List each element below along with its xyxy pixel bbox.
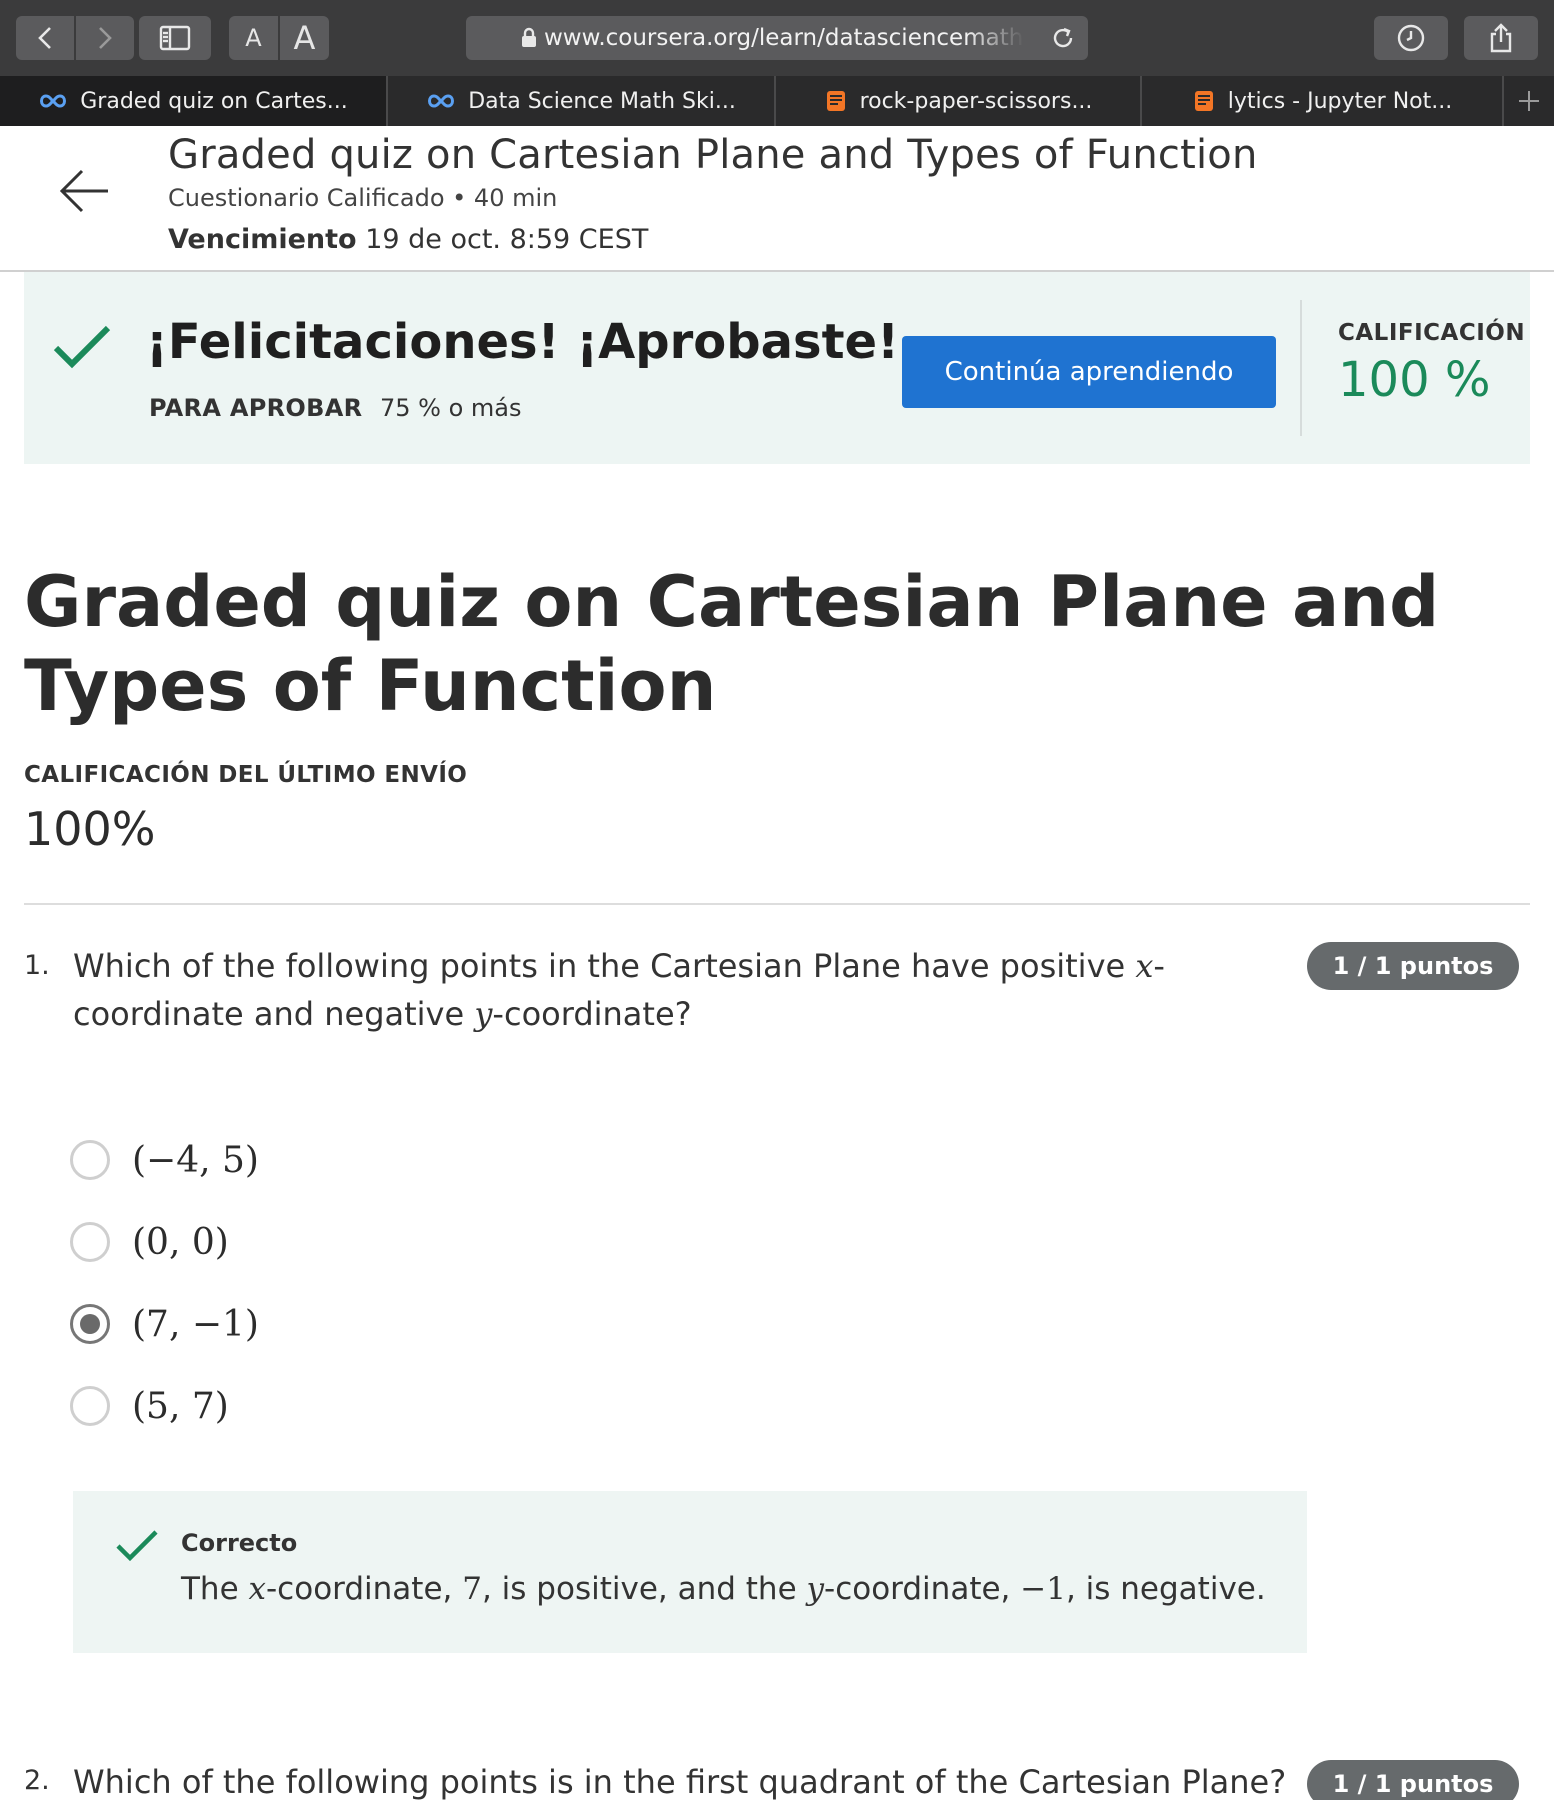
chevron-right-icon (99, 27, 112, 49)
new-tab-button[interactable] (1504, 76, 1554, 126)
text-smaller-label: A (245, 24, 262, 52)
checkmark-icon (53, 325, 111, 369)
option[interactable]: (5, 7) (70, 1384, 229, 1428)
tab-label: Graded quiz on Cartes... (80, 88, 348, 114)
points-badge: 1 / 1 puntos (1307, 942, 1519, 990)
option-label: (5, 7) (132, 1385, 229, 1427)
feedback-box: Correcto The x-coordinate, 7, is positiv… (73, 1491, 1307, 1653)
browser-toolbar: A A www.coursera.org/learn/datasciencema… (0, 0, 1554, 76)
last-submission-label: CALIFICACIÓN DEL ÚLTIMO ENVÍO (24, 762, 468, 788)
divider (1300, 300, 1302, 436)
due-value: 19 de oct. 8:59 CEST (365, 224, 649, 255)
question-number: 1. (24, 950, 50, 981)
pass-label: PARA APROBAR (149, 394, 363, 422)
question-text: Which of the following points in the Car… (73, 947, 1165, 1033)
address-bar[interactable]: www.coursera.org/learn/datasciencemaths (466, 16, 1088, 60)
forward-button[interactable] (76, 16, 134, 60)
checkmark-icon (116, 1530, 158, 1562)
history-buttons (16, 16, 134, 60)
share-icon (1490, 23, 1512, 53)
page-title: Graded quiz on Cartesian Plane and Types… (24, 561, 1440, 727)
back-button[interactable] (16, 16, 74, 60)
text-larger-label: A (293, 19, 316, 57)
sidebar-button[interactable] (139, 16, 211, 60)
last-submission-value: 100% (24, 802, 156, 856)
jupyter-notebook-icon (826, 91, 845, 111)
due-label: Vencimiento (168, 224, 357, 255)
tab-jupyter-notebook[interactable]: lytics - Jupyter Not... (1142, 76, 1504, 126)
pass-banner: ¡Felicitaciones! ¡Aprobaste! PARA APROBA… (24, 272, 1530, 464)
history-clock-button[interactable] (1374, 16, 1448, 60)
pass-value: 75 % o más (380, 394, 522, 422)
tab-rock-paper-scissors[interactable]: rock-paper-scissors... (776, 76, 1142, 126)
clock-icon (1397, 24, 1425, 52)
grade-value: 100 % (1338, 352, 1491, 408)
radio-button[interactable] (70, 1222, 110, 1262)
radio-button[interactable] (70, 1386, 110, 1426)
option[interactable]: (7, −1) (70, 1302, 259, 1346)
tab-data-science-math[interactable]: Data Science Math Ski... (388, 76, 776, 126)
sidebar-icon (159, 25, 191, 51)
chevron-left-icon (38, 27, 51, 49)
header-title: Graded quiz on Cartesian Plane and Types… (168, 132, 1258, 178)
header-subtitle: Cuestionario Calificado • 40 min (168, 184, 558, 212)
feedback-title: Correcto (181, 1529, 298, 1557)
plus-icon (1519, 91, 1539, 111)
share-button[interactable] (1464, 16, 1538, 60)
coursera-infinity-icon (428, 94, 455, 108)
tab-label: Data Science Math Ski... (468, 88, 736, 114)
jupyter-notebook-icon (1194, 91, 1213, 111)
url-text: www.coursera.org/learn/datasciencemaths (544, 25, 1024, 51)
due-date: Vencimiento 19 de oct. 8:59 CEST (168, 224, 648, 255)
text-larger-button[interactable]: A (280, 16, 329, 60)
back-arrow-icon[interactable] (58, 168, 110, 214)
option[interactable]: (0, 0) (70, 1220, 229, 1264)
points-badge: 1 / 1 puntos (1307, 1760, 1519, 1800)
continue-learning-button[interactable]: Continúa aprendiendo (902, 336, 1276, 408)
pass-title: ¡Felicitaciones! ¡Aprobaste! (146, 314, 899, 370)
text-size-buttons: A A (229, 16, 329, 60)
tab-label: lytics - Jupyter Not... (1227, 88, 1453, 114)
question-number: 2. (24, 1765, 50, 1796)
tab-label: rock-paper-scissors... (859, 88, 1093, 114)
radio-button[interactable] (70, 1140, 110, 1180)
feedback-text: The x-coordinate, 7, is positive, and th… (181, 1571, 1266, 1607)
text-smaller-button[interactable]: A (229, 16, 278, 60)
tab-bar: Graded quiz on Cartes... Data Science Ma… (0, 76, 1554, 126)
option-label: (0, 0) (132, 1221, 229, 1263)
grade-label: CALIFICACIÓN (1338, 320, 1526, 346)
divider (24, 903, 1530, 905)
tab-graded-quiz[interactable]: Graded quiz on Cartes... (0, 76, 388, 126)
radio-button-selected[interactable] (70, 1304, 110, 1344)
lock-icon (522, 27, 536, 47)
quiz-header: Graded quiz on Cartesian Plane and Types… (0, 126, 1554, 272)
coursera-infinity-icon (40, 94, 67, 108)
pass-requirement: PARA APROBAR 75 % o más (149, 394, 522, 422)
question-text: Which of the following points is in the … (73, 1763, 1287, 1800)
option[interactable]: (−4, 5) (70, 1138, 259, 1182)
option-label: (−4, 5) (132, 1139, 259, 1181)
reload-icon[interactable] (1050, 25, 1076, 51)
option-label: (7, −1) (132, 1303, 259, 1345)
